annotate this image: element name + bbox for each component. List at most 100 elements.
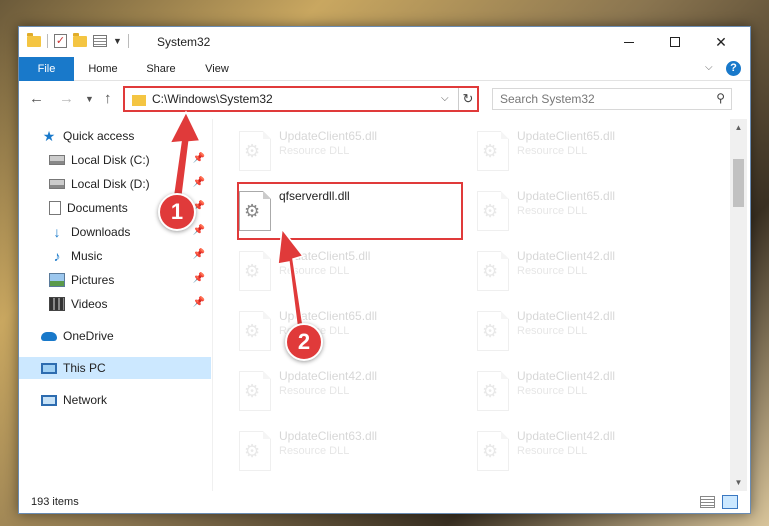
file-type: Resource DLL [517,325,588,337]
help-icon[interactable]: ? [726,61,741,76]
scrollbar-thumb[interactable] [733,159,744,207]
window-title: System32 [157,35,211,49]
file-name: UpdateClient42.dll [517,429,616,443]
search-input[interactable]: Search System32 ⚲ [492,88,732,110]
tab-home[interactable]: Home [81,57,125,81]
properties-icon[interactable] [93,35,107,47]
file-type: Resource DLL [279,445,350,457]
file-item[interactable]: ⚙ UpdateClient42.dll Resource DLL [469,365,689,421]
checkmark-icon[interactable]: ✓ [54,34,67,48]
file-name: UpdateClient42.dll [279,369,378,383]
address-bar[interactable]: C:\Windows\System32 ⌵ ↻ [123,86,479,112]
maximize-button[interactable] [652,27,698,57]
file-explorer-window: ✓ ▼ System32 ✕ File Home Share View ⌵ ? … [18,26,751,514]
file-item[interactable]: ⚙ UpdateClient42.dll Resource DLL [469,245,689,301]
videos-icon [49,297,65,311]
file-item[interactable]: ⚙ UpdateClient5.dll Resource DLL [231,245,451,301]
file-item[interactable]: ⚙ UpdateClient65.dll Resource DLL [469,125,689,181]
navigation-pane: ★ Quick access Local Disk (C:) 📌 Local D… [19,119,213,491]
scroll-up-icon[interactable]: ▲ [730,119,747,136]
dll-file-icon: ⚙ [239,371,271,411]
new-folder-icon[interactable] [73,32,87,47]
file-name: UpdateClient65.dll [517,189,616,203]
file-item[interactable]: ⚙ UpdateClient65.dll Resource DLL [469,185,689,241]
file-item[interactable]: ⚙ UpdateClient65.dll Resource DLL [231,305,451,361]
title-bar: ✓ ▼ System32 ✕ [19,27,750,57]
file-item[interactable]: ⚙ UpdateClient42.dll Resource DLL [231,365,451,421]
sidebar-item-label: Local Disk (C:) [71,153,150,167]
sidebar-item-music[interactable]: ♪ Music 📌 [19,245,211,267]
file-type: Resource DLL [279,385,350,397]
pin-icon[interactable]: 📌 [193,153,205,164]
back-arrow-icon[interactable]: ← [29,90,44,107]
pin-icon[interactable]: 📌 [193,297,205,308]
sidebar-item-label: Music [71,249,103,263]
download-icon: ↓ [53,224,61,240]
expand-ribbon-icon[interactable]: ⌵ [705,62,713,73]
pin-icon[interactable]: 📌 [193,177,205,188]
address-path[interactable]: C:\Windows\System32 [152,92,273,106]
minimize-button[interactable] [606,27,652,57]
star-icon: ★ [42,128,56,144]
recent-locations-icon[interactable]: ▼ [85,94,94,104]
folder-icon [27,32,41,47]
dll-file-icon: ⚙ [477,371,509,411]
file-item[interactable]: ⚙ UpdateClient63.dll Resource DLL [231,425,451,481]
sidebar-item-label: OneDrive [63,329,114,343]
dll-file-icon: ⚙ [477,311,509,351]
tab-file[interactable]: File [19,57,74,81]
gear-icon: ⚙ [244,321,261,341]
gear-icon: ⚙ [482,321,499,341]
vertical-scrollbar[interactable]: ▲ ▼ [730,119,747,491]
file-name: UpdateClient5.dll [279,249,371,263]
file-name: UpdateClient63.dll [279,429,378,443]
ribbon-tabs: File Home Share View ⌵ ? [19,57,750,81]
toolbar-divider [47,34,48,48]
highlight-box-file [237,182,463,240]
chevron-down-icon[interactable]: ▼ [113,36,122,46]
address-dropdown-icon[interactable]: ⌵ [441,93,449,104]
gear-icon: ⚙ [244,141,261,161]
details-view-icon[interactable] [700,496,715,508]
sidebar-item-videos[interactable]: Videos 📌 [19,293,211,315]
tab-view[interactable]: View [195,57,239,81]
tab-share[interactable]: Share [139,57,183,81]
search-icon[interactable]: ⚲ [716,91,725,105]
scroll-down-icon[interactable]: ▼ [730,474,747,491]
computer-icon [41,362,57,374]
sidebar-item-local-disk-c[interactable]: Local Disk (C:) 📌 [19,149,211,171]
sidebar-item-onedrive[interactable]: OneDrive [19,325,211,347]
sidebar-item-pictures[interactable]: Pictures 📌 [19,269,211,291]
file-item[interactable]: ⚙ UpdateClient42.dll Resource DLL [469,305,689,361]
file-name: UpdateClient42.dll [517,369,616,383]
cloud-icon [41,331,57,341]
sidebar-item-this-pc[interactable]: This PC [19,357,211,379]
file-name: UpdateClient65.dll [279,309,378,323]
up-arrow-icon[interactable]: ↑ [104,90,112,107]
file-name: UpdateClient65.dll [279,129,378,143]
minimize-icon [624,41,634,43]
sidebar-item-local-disk-d[interactable]: Local Disk (D:) 📌 [19,173,211,195]
file-item[interactable]: ⚙ UpdateClient42.dll Resource DLL [469,425,689,481]
pin-icon[interactable]: 📌 [193,249,205,260]
pictures-icon [49,273,65,287]
maximize-icon [670,37,680,47]
sidebar-item-label: Downloads [71,225,131,239]
gear-icon: ⚙ [482,141,499,161]
file-type: Resource DLL [279,265,350,277]
refresh-icon[interactable]: ↻ [458,88,477,110]
sidebar-item-quick-access[interactable]: ★ Quick access [19,125,211,147]
pin-icon[interactable]: 📌 [193,225,205,236]
dll-file-icon: ⚙ [477,191,509,231]
forward-arrow-icon[interactable]: → [59,90,74,107]
pin-icon[interactable]: 📌 [193,273,205,284]
gear-icon: ⚙ [244,381,261,401]
folder-icon [132,95,146,106]
file-name: UpdateClient65.dll [517,129,616,143]
close-button[interactable]: ✕ [698,27,744,57]
large-icons-view-icon[interactable] [722,495,738,509]
sidebar-item-label: Pictures [71,273,115,287]
sidebar-item-network[interactable]: Network [19,389,211,411]
file-item[interactable]: ⚙ UpdateClient65.dll Resource DLL [231,125,451,181]
file-name: UpdateClient42.dll [517,309,616,323]
